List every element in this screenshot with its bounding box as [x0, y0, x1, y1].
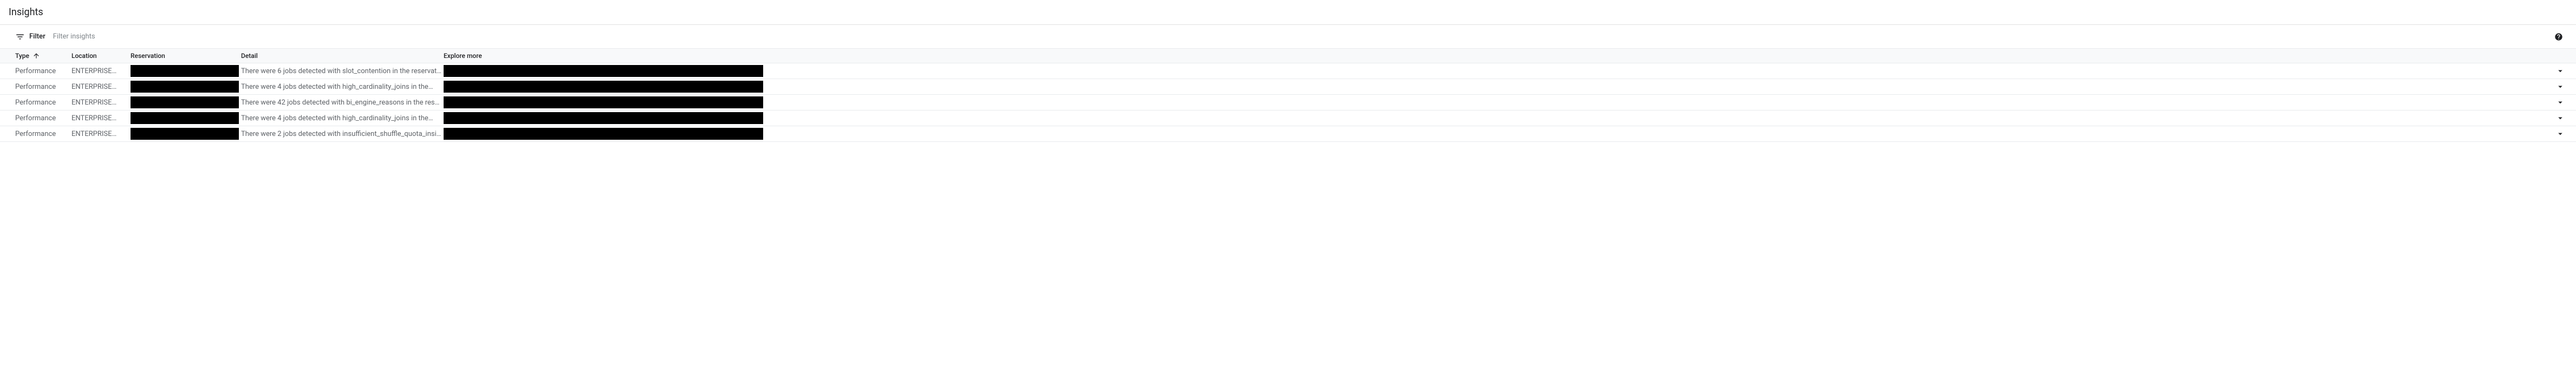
- column-header-explore[interactable]: Explore more: [444, 52, 763, 60]
- column-header-type-label: Type: [15, 52, 29, 60]
- redacted-block: [444, 65, 763, 77]
- cell-reservation: [131, 128, 239, 140]
- cell-reservation: [131, 81, 239, 93]
- table-body: Performance ENTERPRISE… There were 6 job…: [0, 63, 2576, 142]
- column-header-type[interactable]: Type: [15, 52, 69, 60]
- cell-explore: [444, 96, 763, 108]
- cell-type: Performance: [15, 83, 69, 91]
- redacted-block: [131, 128, 239, 140]
- sort-asc-icon: [32, 52, 40, 60]
- cell-explore: [444, 81, 763, 93]
- expand-row-button[interactable]: [2555, 98, 2565, 107]
- cell-type: Performance: [15, 130, 69, 138]
- redacted-block: [444, 112, 763, 124]
- table-row: Performance ENTERPRISE… There were 42 jo…: [0, 95, 2576, 110]
- table-row: Performance ENTERPRISE… There were 2 job…: [0, 126, 2576, 142]
- cell-location: ENTERPRISE…: [71, 114, 128, 122]
- column-header-location[interactable]: Location: [71, 52, 128, 60]
- cell-explore: [444, 112, 763, 124]
- filter-bar: Filter: [0, 25, 2576, 48]
- redacted-block: [131, 65, 239, 77]
- expand-row-button[interactable]: [2555, 129, 2565, 139]
- redacted-block: [444, 128, 763, 140]
- filter-icon: [15, 32, 25, 42]
- expand-row-button[interactable]: [2555, 82, 2565, 92]
- cell-location: ENTERPRISE…: [71, 99, 128, 107]
- table-row: Performance ENTERPRISE… There were 4 job…: [0, 110, 2576, 126]
- redacted-block: [444, 81, 763, 93]
- cell-type: Performance: [15, 67, 69, 75]
- cell-location: ENTERPRISE…: [71, 83, 128, 91]
- cell-reservation: [131, 96, 239, 108]
- help-icon[interactable]: [2554, 32, 2563, 41]
- expand-row-button[interactable]: [2555, 113, 2565, 123]
- cell-type: Performance: [15, 114, 69, 122]
- cell-detail: There were 4 jobs detected with high_car…: [241, 114, 441, 122]
- expand-row-button[interactable]: [2555, 66, 2565, 76]
- cell-reservation: [131, 112, 239, 124]
- filter-label: Filter: [15, 32, 45, 42]
- filter-input[interactable]: [51, 30, 2549, 43]
- cell-reservation: [131, 65, 239, 77]
- table-row: Performance ENTERPRISE… There were 6 job…: [0, 63, 2576, 79]
- filter-label-text: Filter: [29, 32, 45, 41]
- cell-detail: There were 2 jobs detected with insuffic…: [241, 130, 441, 138]
- page-title: Insights: [0, 0, 2576, 24]
- cell-explore: [444, 128, 763, 140]
- cell-detail: There were 42 jobs detected with bi_engi…: [241, 99, 441, 107]
- redacted-block: [444, 96, 763, 108]
- column-header-reservation[interactable]: Reservation: [131, 52, 239, 60]
- cell-detail: There were 4 jobs detected with high_car…: [241, 83, 441, 91]
- insights-table: Type Location Reservation Detail Explore…: [0, 48, 2576, 142]
- cell-type: Performance: [15, 99, 69, 107]
- redacted-block: [131, 81, 239, 93]
- column-header-detail[interactable]: Detail: [241, 52, 441, 60]
- redacted-block: [131, 96, 239, 108]
- cell-location: ENTERPRISE…: [71, 130, 128, 138]
- redacted-block: [131, 112, 239, 124]
- cell-detail: There were 6 jobs detected with slot_con…: [241, 67, 441, 75]
- table-row: Performance ENTERPRISE… There were 4 job…: [0, 79, 2576, 95]
- cell-explore: [444, 65, 763, 77]
- cell-location: ENTERPRISE…: [71, 67, 128, 75]
- table-header: Type Location Reservation Detail Explore…: [0, 48, 2576, 63]
